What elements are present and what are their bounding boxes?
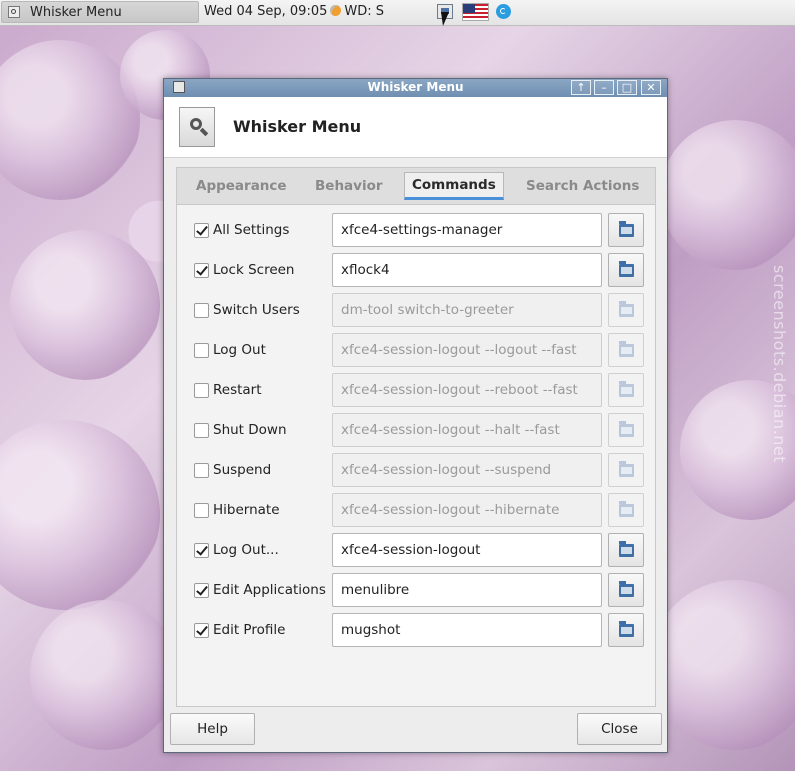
command-row-edit-applications: Edit Applications [177, 570, 655, 610]
tab-commands[interactable]: Commands [404, 172, 504, 200]
search-settings-icon [179, 107, 215, 147]
help-button[interactable]: Help [170, 713, 255, 745]
restart-browse-button[interactable] [608, 373, 644, 407]
switch-users-command-input[interactable] [332, 293, 602, 327]
command-row-log-out-dialog: Log Out... [177, 530, 655, 570]
close-button[interactable]: Close [577, 713, 662, 745]
folder-icon [619, 301, 634, 317]
command-label: Edit Applications [213, 582, 326, 598]
hibernate-command-input[interactable] [332, 493, 602, 527]
lock-screen-command-input[interactable] [332, 253, 602, 287]
edit-profile-command-input[interactable] [332, 613, 602, 647]
command-row-edit-profile: Edit Profile [177, 610, 655, 650]
weather-icon [330, 5, 342, 16]
network-icon[interactable] [496, 4, 511, 19]
command-label: Edit Profile [213, 622, 286, 638]
settings-notebook: Appearance Behavior Commands Search Acti… [176, 167, 656, 707]
clock: Wed 04 Sep, 09:05 [204, 4, 328, 19]
command-row-switch-users: Switch Users [177, 290, 655, 330]
folder-icon [619, 221, 634, 237]
window-title: Whisker Menu [367, 80, 464, 94]
command-label: Lock Screen [213, 262, 295, 278]
command-label: Restart [213, 382, 262, 398]
command-row-shut-down: Shut Down [177, 410, 655, 450]
command-row-all-settings: All Settings [177, 210, 655, 250]
command-row-restart: Restart [177, 370, 655, 410]
whisker-menu-settings-dialog: Whisker Menu ↑ – □ ✕ Whisker Menu Appear… [163, 78, 668, 753]
shut-down-checkbox[interactable] [194, 423, 209, 438]
command-label: Hibernate [213, 502, 280, 518]
folder-icon [619, 341, 634, 357]
log-out-browse-button[interactable] [608, 333, 644, 367]
command-row-hibernate: Hibernate [177, 490, 655, 530]
shut-down-command-input[interactable] [332, 413, 602, 447]
log-out-dialog-browse-button[interactable] [608, 533, 644, 567]
all-settings-command-input[interactable] [332, 213, 602, 247]
watermark: screenshots.debian.net [770, 265, 789, 464]
edit-applications-browse-button[interactable] [608, 573, 644, 607]
command-row-lock-screen: Lock Screen [177, 250, 655, 290]
lock-screen-checkbox[interactable] [194, 263, 209, 278]
switch-users-browse-button[interactable] [608, 293, 644, 327]
suspend-browse-button[interactable] [608, 453, 644, 487]
folder-icon [619, 381, 634, 397]
hibernate-checkbox[interactable] [194, 503, 209, 518]
all-settings-browse-button[interactable] [608, 213, 644, 247]
title-bar[interactable]: Whisker Menu ↑ – □ ✕ [164, 79, 667, 97]
edit-applications-command-input[interactable] [332, 573, 602, 607]
command-row-suspend: Suspend [177, 450, 655, 490]
suspend-command-input[interactable] [332, 453, 602, 487]
folder-icon [619, 541, 634, 557]
maximize-button[interactable]: □ [617, 80, 637, 95]
shut-down-browse-button[interactable] [608, 413, 644, 447]
settings-app-icon [8, 6, 20, 18]
edit-applications-checkbox[interactable] [194, 583, 209, 598]
log-out-checkbox[interactable] [194, 343, 209, 358]
switch-users-checkbox[interactable] [194, 303, 209, 318]
tab-appearance[interactable]: Appearance [196, 174, 287, 198]
log-out-dialog-checkbox[interactable] [194, 543, 209, 558]
command-label: All Settings [213, 222, 290, 238]
minimize-button[interactable]: – [594, 80, 614, 95]
keyboard-layout-flag-icon[interactable] [462, 3, 489, 21]
log-out-dialog-command-input[interactable] [332, 533, 602, 567]
command-label: Shut Down [213, 422, 287, 438]
command-label: Log Out... [213, 542, 279, 558]
command-row-log-out: Log Out [177, 330, 655, 370]
hibernate-browse-button[interactable] [608, 493, 644, 527]
dialog-header: Whisker Menu [164, 97, 667, 158]
folder-icon [619, 621, 634, 637]
edit-profile-checkbox[interactable] [194, 623, 209, 638]
command-label: Switch Users [213, 302, 300, 318]
clock-weather[interactable]: Wed 04 Sep, 09:05 WD: S [204, 4, 384, 19]
top-panel: Whisker Menu Wed 04 Sep, 09:05 WD: S [0, 0, 795, 26]
lock-screen-browse-button[interactable] [608, 253, 644, 287]
restart-checkbox[interactable] [194, 383, 209, 398]
edit-profile-browse-button[interactable] [608, 613, 644, 647]
restart-command-input[interactable] [332, 373, 602, 407]
keep-above-button[interactable]: ↑ [571, 80, 591, 95]
dialog-heading: Whisker Menu [233, 117, 362, 136]
folder-icon [619, 581, 634, 597]
command-label: Suspend [213, 462, 272, 478]
all-settings-checkbox[interactable] [194, 223, 209, 238]
taskbar-button-whisker-menu[interactable]: Whisker Menu [1, 1, 199, 23]
tab-bar: Appearance Behavior Commands Search Acti… [177, 168, 655, 205]
taskbar-button-label: Whisker Menu [30, 5, 122, 20]
folder-icon [619, 261, 634, 277]
command-label: Log Out [213, 342, 266, 358]
tab-behavior[interactable]: Behavior [315, 174, 383, 198]
suspend-checkbox[interactable] [194, 463, 209, 478]
folder-icon [619, 501, 634, 517]
weather-text: WD: S [344, 4, 385, 19]
log-out-command-input[interactable] [332, 333, 602, 367]
tab-search-actions[interactable]: Search Actions [526, 174, 639, 198]
folder-icon [619, 421, 634, 437]
close-window-button[interactable]: ✕ [641, 80, 661, 95]
folder-icon [619, 461, 634, 477]
